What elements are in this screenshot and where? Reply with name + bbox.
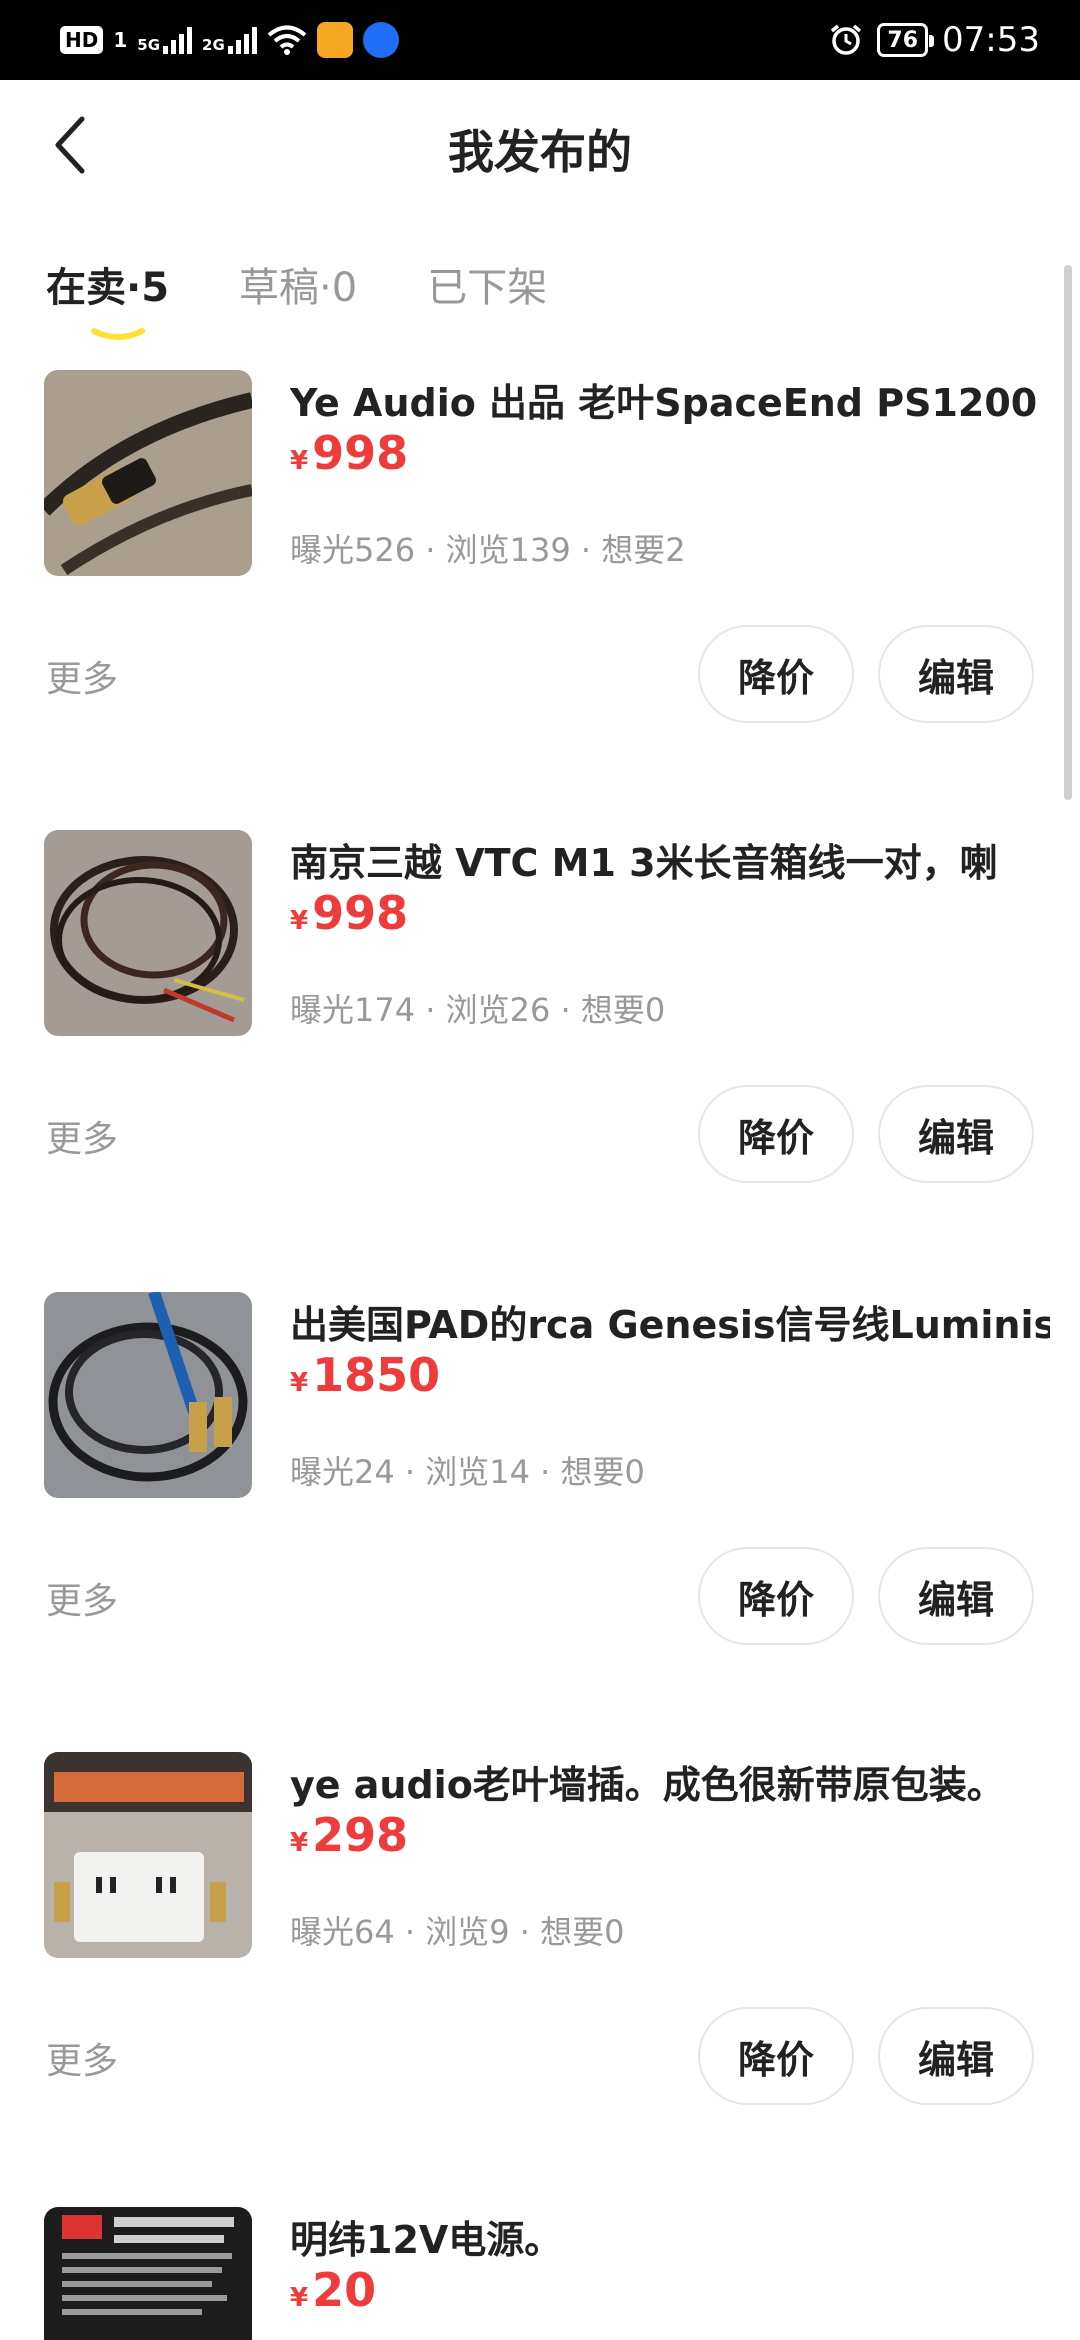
price-down-button[interactable]: 降价 <box>698 2007 854 2105</box>
list-item[interactable]: Ye Audio 出品 老叶SpaceEnd PS1200 ¥998 曝光526… <box>0 370 1080 770</box>
tab-bar: 在卖·5 草稿·0 已下架 <box>46 255 547 340</box>
network-type: 5G <box>137 36 161 54</box>
item-title: 南京三越 VTC M1 3米长音箱线一对，喇 <box>290 841 998 885</box>
alarm-icon <box>831 24 862 55</box>
item-stats: 曝光64 · 浏览9 · 想要0 <box>290 1913 625 1951</box>
more-button[interactable]: 更多 <box>46 650 118 702</box>
edit-button[interactable]: 编辑 <box>878 625 1034 723</box>
tab-drafts[interactable]: 草稿·0 <box>239 255 357 313</box>
network-type-2: 2G <box>202 36 225 54</box>
hd-badge: HD <box>60 26 104 54</box>
price-value: 298 <box>312 1808 409 1862</box>
price-down-button[interactable]: 降价 <box>698 625 854 723</box>
product-thumbnail[interactable] <box>44 370 252 576</box>
item-title: 出美国PAD的rca Genesis信号线Luminist <box>290 1303 1050 1347</box>
status-bar: HD 1 5G 2G 76 07:53 <box>0 0 1080 80</box>
product-thumbnail[interactable] <box>44 830 252 1036</box>
item-stats: 曝光24 · 浏览14 · 想要0 <box>290 1453 645 1491</box>
page-title: 我发布的 <box>448 125 632 179</box>
tab-label: 草稿 <box>239 265 320 311</box>
battery-level: 76 <box>887 27 919 53</box>
item-price: ¥298 <box>290 1808 408 1862</box>
shield-notification-icon <box>362 22 399 58</box>
status-bar-right: 76 07:53 <box>829 18 1040 62</box>
item-price: ¥20 <box>290 2263 376 2317</box>
product-thumbnail[interactable] <box>44 1292 252 1498</box>
more-button[interactable]: 更多 <box>46 1572 118 1624</box>
list-item[interactable]: ye audio老叶墙插。成色很新带原包装。 ¥298 曝光64 · 浏览9 ·… <box>0 1752 1080 2152</box>
wifi-icon <box>267 25 307 55</box>
currency-symbol: ¥ <box>290 2283 309 2313</box>
price-down-button[interactable]: 降价 <box>698 1547 854 1645</box>
product-thumbnail[interactable] <box>44 2207 252 2340</box>
edit-button[interactable]: 编辑 <box>878 2007 1034 2105</box>
app-notification-icon <box>316 22 353 58</box>
status-bar-left: HD 1 5G 2G <box>60 20 399 60</box>
item-title: ye audio老叶墙插。成色很新带原包装。 <box>290 1763 1005 1807</box>
currency-symbol: ¥ <box>290 1368 309 1398</box>
currency-symbol: ¥ <box>290 906 309 936</box>
tab-label: 已下架 <box>427 265 548 311</box>
item-stats: 曝光526 · 浏览139 · 想要2 <box>290 531 686 569</box>
power-adapter-image <box>44 2207 252 2340</box>
currency-symbol: ¥ <box>290 1828 309 1858</box>
list-item[interactable]: 明纬12V电源。 ¥20 <box>0 2207 1080 2340</box>
tab-sep: · <box>126 265 142 311</box>
item-price: ¥1850 <box>290 1348 440 1402</box>
header: 我发布的 <box>0 80 1080 210</box>
sim-slot: 1 <box>113 28 128 52</box>
edit-button[interactable]: 编辑 <box>878 1547 1034 1645</box>
more-button[interactable]: 更多 <box>46 2032 118 2084</box>
cable-image <box>44 1292 252 1498</box>
more-button[interactable]: 更多 <box>46 1110 118 1162</box>
signal-icon: 5G <box>137 26 193 54</box>
tab-count: 0 <box>331 265 358 311</box>
battery-icon: 76 <box>877 23 934 57</box>
product-thumbnail[interactable] <box>44 1752 252 1958</box>
tab-sep: · <box>319 265 332 311</box>
tab-removed[interactable]: 已下架 <box>427 255 547 313</box>
clock: 07:53 <box>942 20 1040 60</box>
list-item[interactable]: 出美国PAD的rca Genesis信号线Luminist ¥1850 曝光24… <box>0 1292 1080 1692</box>
tab-label: 在卖 <box>46 265 126 311</box>
item-title: 明纬12V电源。 <box>290 2218 563 2262</box>
tab-active-indicator <box>91 328 145 340</box>
price-value: 1850 <box>312 1348 441 1402</box>
currency-symbol: ¥ <box>290 446 309 476</box>
item-title: Ye Audio 出品 老叶SpaceEnd PS1200 <box>290 381 1038 425</box>
item-stats: 曝光174 · 浏览26 · 想要0 <box>290 991 666 1029</box>
cable-image <box>44 370 252 576</box>
item-price: ¥998 <box>290 886 408 940</box>
list-item[interactable]: 南京三越 VTC M1 3米长音箱线一对，喇 ¥998 曝光174 · 浏览26… <box>0 830 1080 1230</box>
item-price: ¥998 <box>290 426 408 480</box>
signal-icon-2: 2G <box>202 26 257 54</box>
outlet-image <box>44 1752 252 1958</box>
edit-button[interactable]: 编辑 <box>878 1085 1034 1183</box>
cable-image <box>44 830 252 1036</box>
tab-on-sale[interactable]: 在卖·5 <box>46 255 170 340</box>
price-value: 998 <box>312 426 409 480</box>
price-down-button[interactable]: 降价 <box>698 1085 854 1183</box>
tab-count: 5 <box>141 265 170 311</box>
price-value: 20 <box>312 2263 377 2317</box>
price-value: 998 <box>312 886 409 940</box>
